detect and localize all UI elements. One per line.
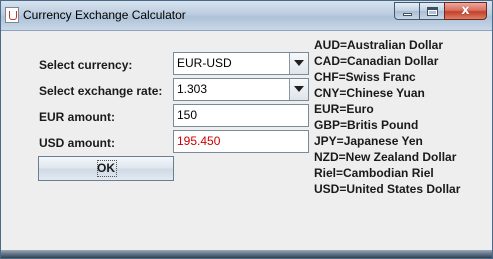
rate-select[interactable]: 1.303 bbox=[173, 78, 309, 101]
rate-dropdown-button[interactable] bbox=[289, 79, 308, 100]
main-panel: Select currency: EUR-USD Select exchange… bbox=[1, 31, 492, 250]
legend-item: CHF=Swiss Franc bbox=[314, 70, 416, 84]
legend-item: NZD=New Zealand Dollar bbox=[314, 150, 457, 164]
legend-item: Riel=Cambodian Riel bbox=[314, 166, 434, 180]
legend-item: GBP=Britis Pound bbox=[314, 118, 419, 132]
legend-item: JPY=Japanese Yen bbox=[314, 134, 423, 148]
maximize-icon bbox=[427, 7, 438, 16]
currency-dropdown-button[interactable] bbox=[289, 53, 308, 74]
java-cup-icon bbox=[5, 7, 19, 23]
window-title: Currency Exchange Calculator bbox=[23, 8, 186, 22]
minimize-button[interactable] bbox=[394, 2, 420, 20]
legend-item: AUD=Australian Dollar bbox=[314, 38, 444, 52]
usd-amount-output[interactable]: 195.450 bbox=[173, 130, 309, 153]
currency-label: Select currency: bbox=[39, 58, 133, 72]
ok-button[interactable]: OK bbox=[38, 156, 174, 181]
legend-item: CNY=Chinese Yuan bbox=[314, 86, 425, 100]
rate-label: Select exchange rate: bbox=[39, 84, 163, 98]
eur-amount-label: EUR amount: bbox=[39, 110, 115, 124]
minimize-icon bbox=[403, 13, 412, 16]
rate-select-value: 1.303 bbox=[177, 82, 208, 96]
legend-item: EUR=Euro bbox=[314, 102, 374, 116]
close-icon: x bbox=[461, 3, 470, 18]
currency-select-value: EUR-USD bbox=[177, 56, 232, 70]
eur-amount-input[interactable]: 150 bbox=[173, 104, 309, 127]
chevron-down-icon bbox=[294, 60, 304, 66]
focus-ring bbox=[97, 160, 117, 177]
close-button[interactable]: x bbox=[444, 2, 487, 20]
title-bar[interactable]: Currency Exchange Calculator x bbox=[1, 1, 492, 31]
chevron-down-icon bbox=[294, 86, 304, 92]
legend-item: USD=United States Dollar bbox=[314, 182, 461, 196]
window-controls: x bbox=[394, 2, 487, 20]
currency-select[interactable]: EUR-USD bbox=[173, 52, 309, 75]
window-bottom-border bbox=[1, 250, 492, 258]
usd-amount-label: USD amount: bbox=[39, 136, 115, 150]
legend-item: CAD=Canadian Dollar bbox=[314, 54, 439, 68]
maximize-button[interactable] bbox=[419, 2, 445, 20]
app-window: Currency Exchange Calculator x Select cu… bbox=[0, 0, 493, 259]
currency-legend: AUD=Australian Dollar CAD=Canadian Dolla… bbox=[314, 37, 460, 197]
